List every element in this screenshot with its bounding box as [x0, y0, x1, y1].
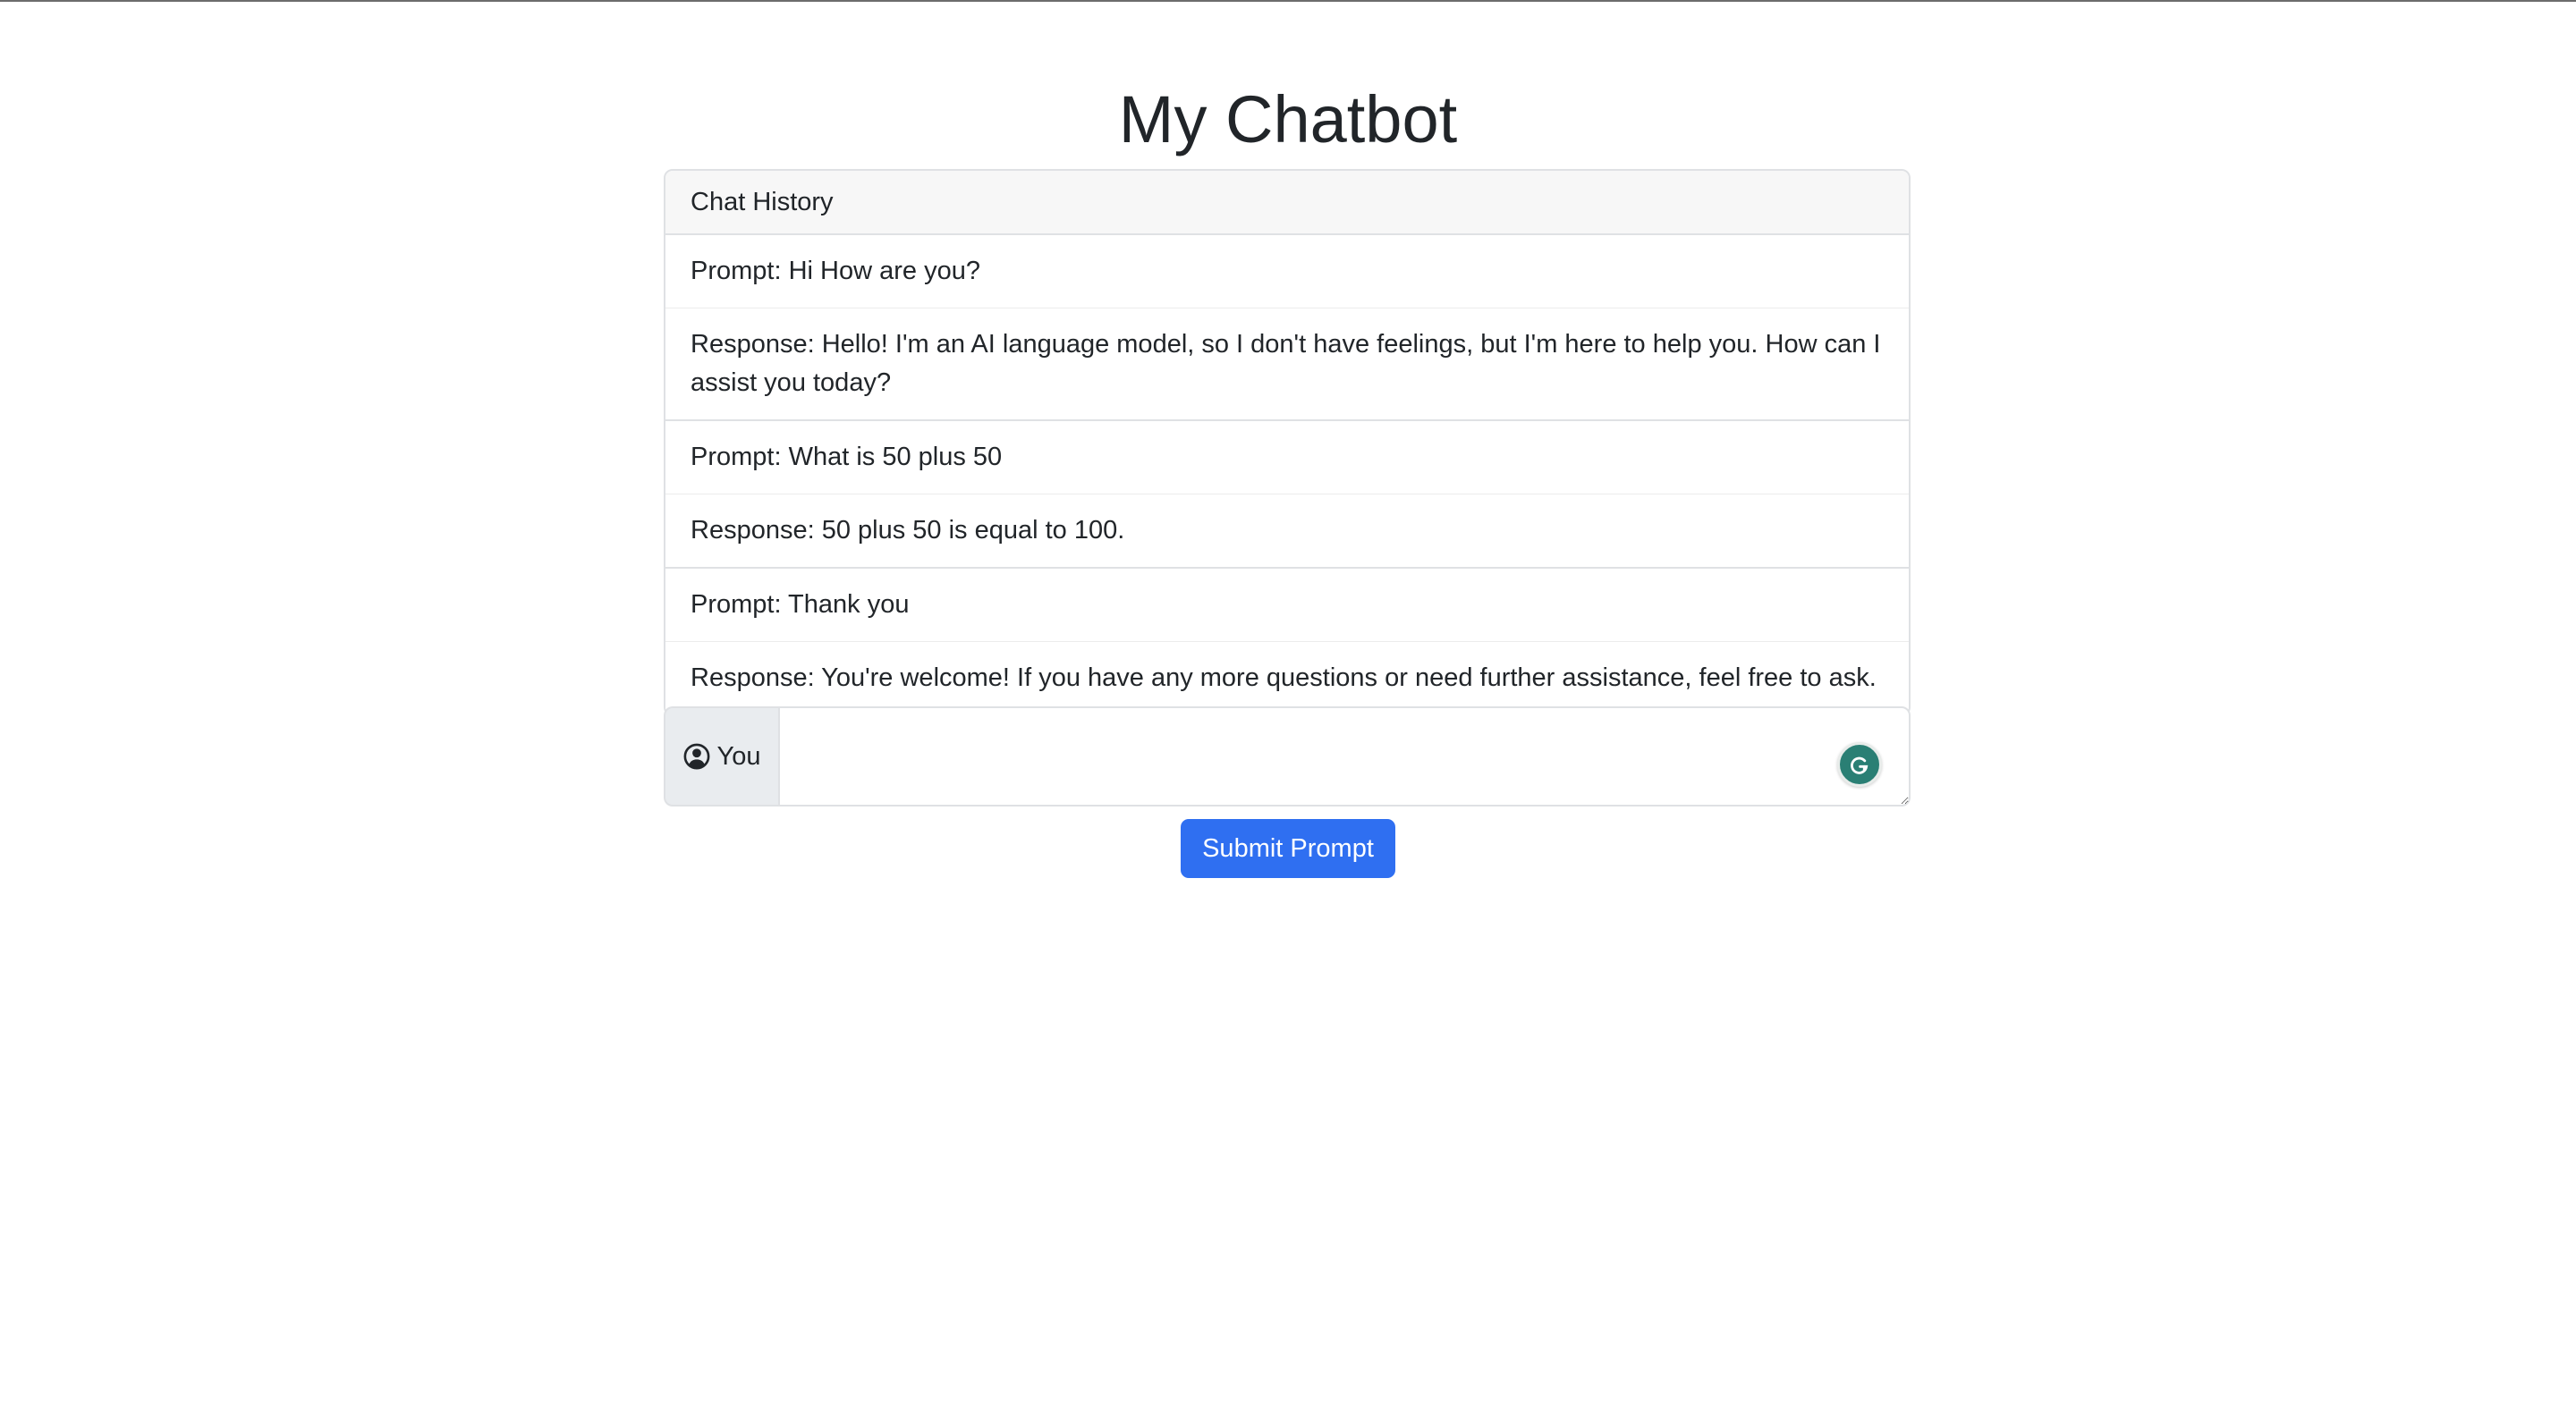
- history-prompt: Prompt: Hi How are you?: [665, 235, 1909, 308]
- grammarly-icon[interactable]: [1837, 742, 1882, 787]
- chat-history-card: Chat History Prompt: Hi How are you? Res…: [664, 169, 1911, 716]
- submit-prompt-button[interactable]: Submit Prompt: [1181, 819, 1395, 878]
- history-response: Response: Hello! I'm an AI language mode…: [665, 308, 1909, 421]
- history-response: Response: 50 plus 50 is equal to 100.: [665, 494, 1909, 569]
- you-label-addon: You: [664, 706, 778, 807]
- prompt-input-group: You: [664, 706, 1911, 807]
- person-circle-icon: [683, 743, 710, 770]
- prompt-textarea-wrap: [778, 706, 1911, 807]
- history-response: Response: You're welcome! If you have an…: [691, 663, 1877, 692]
- chat-history-header: Chat History: [665, 171, 1909, 235]
- history-prompt: Prompt: What is 50 plus 50: [665, 421, 1909, 494]
- page-title: My Chatbot: [1118, 82, 1458, 156]
- history-prompt: Prompt: Thank you: [665, 569, 1909, 642]
- page: My Chatbot Chat History Prompt: Hi How a…: [0, 0, 2576, 1402]
- you-label: You: [716, 741, 761, 771]
- prompt-textarea[interactable]: [778, 706, 1911, 807]
